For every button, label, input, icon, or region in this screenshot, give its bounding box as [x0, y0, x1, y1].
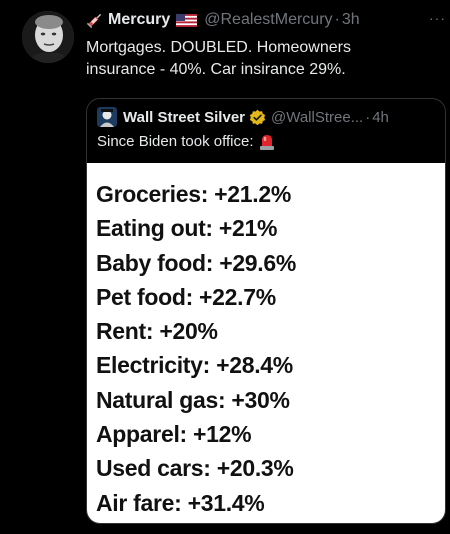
author-handle[interactable]: @RealestMercury — [204, 11, 332, 29]
tweet-text-line: insurance - 40%. Car insirance 29%. — [86, 61, 346, 78]
wall-street-silver-avatar-icon[interactable] — [97, 107, 117, 127]
quoted-tweet-image[interactable]: Groceries: +21.2% Eating out: +21% Baby … — [87, 163, 445, 523]
stat-item: Used cars: +20.3% — [96, 455, 294, 482]
stat-item: Electricity: +28.4% — [96, 352, 293, 379]
syringe-icon — [86, 13, 102, 29]
tweet[interactable]: Mercury @RealestMercury · 3h ··· Mortgag… — [0, 0, 450, 534]
quoted-author-display-name[interactable]: Wall Street Silver — [123, 109, 245, 126]
stat-item: Eating out: +21% — [96, 215, 278, 242]
quoted-tweet[interactable]: Wall Street Silver @WallStree... · 4h Si… — [86, 98, 446, 524]
tweet-text: Mortgages. DOUBLED. Homeowners insurance… — [86, 37, 426, 81]
stat-item: Pet food: +22.7% — [96, 283, 276, 310]
stat-item: Air fare: +31.4% — [96, 489, 265, 516]
quoted-author-handle[interactable]: @WallStree... — [271, 109, 363, 126]
quoted-tweet-text-label: Since Biden took office: — [97, 133, 254, 150]
police-siren-icon — [259, 135, 274, 150]
stat-item: Apparel: +12% — [96, 421, 252, 448]
quoted-tweet-text: Since Biden took office: — [97, 133, 275, 150]
stat-item: Baby food: +29.6% — [96, 249, 297, 276]
avatar-portrait-icon — [22, 11, 74, 63]
us-flag-icon — [176, 13, 198, 27]
price-increase-list: Groceries: +21.2% Eating out: +21% Baby … — [96, 177, 296, 520]
stat-item: Natural gas: +30% — [96, 386, 290, 413]
header-separator: · — [334, 11, 340, 28]
more-options-icon[interactable]: ··· — [429, 10, 446, 26]
avatar[interactable] — [22, 11, 74, 63]
quoted-tweet-timestamp[interactable]: 4h — [372, 109, 389, 126]
tweet-timestamp[interactable]: 3h — [342, 11, 360, 29]
stat-item: Rent: +20% — [96, 318, 218, 345]
quoted-header-separator: · — [365, 108, 371, 126]
author-display-name[interactable]: Mercury — [108, 11, 170, 29]
tweet-header: Mercury @RealestMercury · 3h — [86, 9, 430, 31]
quoted-tweet-header: Wall Street Silver @WallStree... · 4h — [97, 107, 437, 127]
tweet-text-line: Mortgages. DOUBLED. Homeowners — [86, 39, 351, 56]
stat-item: Groceries: +21.2% — [96, 181, 291, 207]
verified-badge-icon — [249, 109, 266, 125]
